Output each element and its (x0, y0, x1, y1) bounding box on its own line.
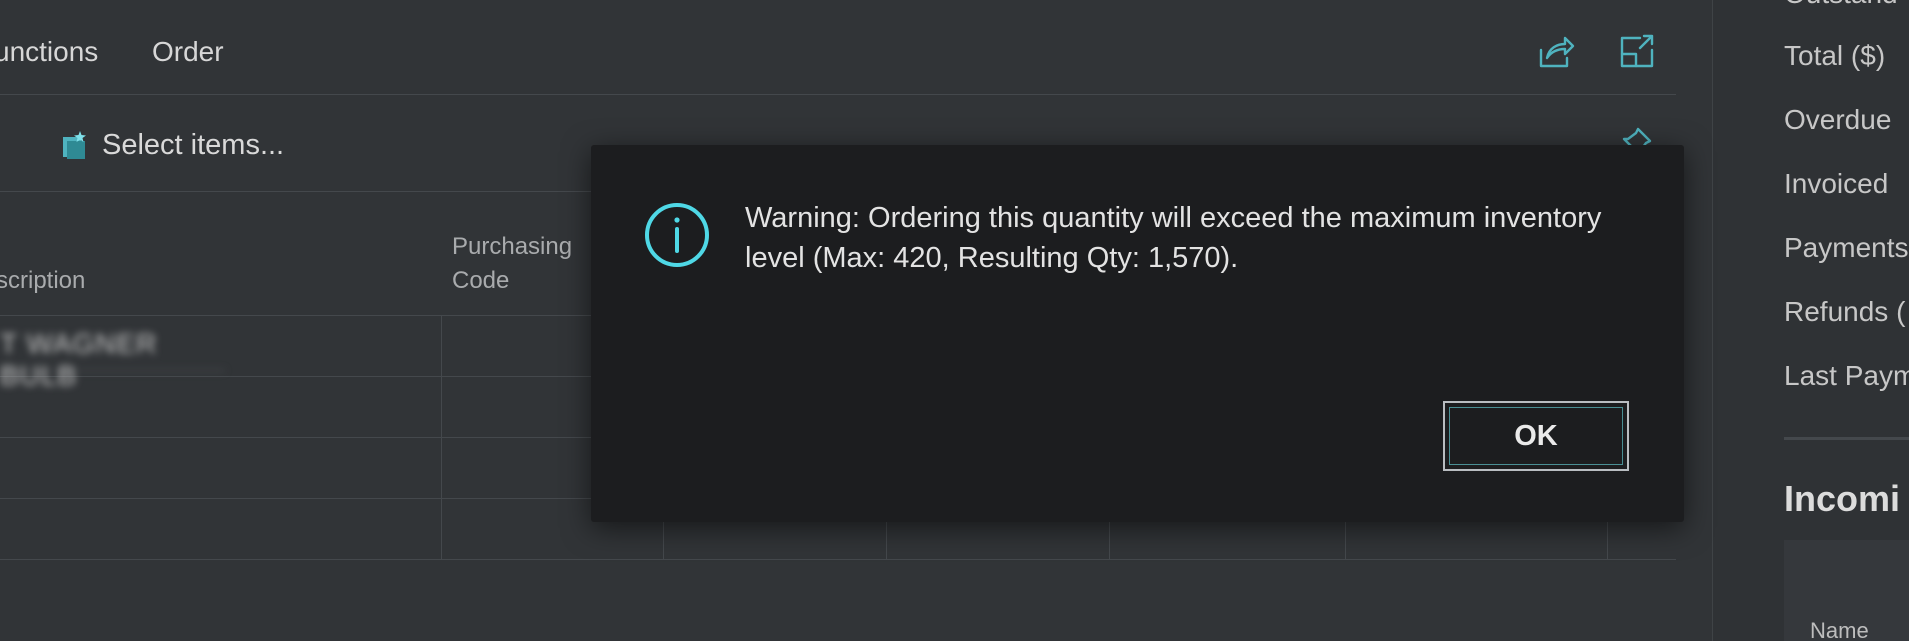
factbox: Outstand Total ($) Overdue Invoiced Paym… (1712, 0, 1909, 641)
menu-order[interactable]: Order (152, 36, 224, 68)
select-items-button[interactable]: Select items... (58, 125, 284, 165)
description-cell[interactable]: T WAGNER BULB (0, 328, 225, 391)
select-items-icon (63, 131, 86, 159)
share-icon[interactable] (1537, 34, 1575, 70)
factbox-label[interactable]: Outstand (1784, 0, 1898, 10)
column-description[interactable]: scription (0, 264, 85, 298)
column-divider (441, 315, 442, 559)
factbox-label[interactable]: Invoiced (1784, 168, 1888, 200)
select-items-label: Select items... (102, 128, 285, 161)
open-in-new-window-icon[interactable] (1618, 34, 1656, 70)
info-icon (643, 201, 711, 269)
dialog-message: Warning: Ordering this quantity will exc… (745, 202, 1602, 274)
factbox-label[interactable]: Refunds ( (1784, 296, 1905, 328)
factbox-label[interactable]: Total ($) (1784, 40, 1885, 72)
page: unctions Order Select items... scription… (0, 0, 1909, 641)
column-purchasing-code[interactable]: Purchasing Code (452, 230, 572, 298)
factbox-label[interactable]: Last Paym (1784, 360, 1909, 392)
factbox-label[interactable]: Overdue (1784, 104, 1891, 136)
factbox-label[interactable]: Payments (1784, 232, 1909, 264)
factbox-divider (1784, 437, 1909, 440)
factbox-card[interactable]: Name (1784, 540, 1909, 641)
menu-functions[interactable]: unctions (0, 36, 98, 68)
warning-dialog: Warning: Ordering this quantity will exc… (591, 145, 1684, 522)
factbox-card-label: Name (1810, 618, 1869, 641)
factbox-section-heading: Incomi (1784, 478, 1901, 519)
action-bar: unctions Order (0, 0, 1676, 95)
ok-button[interactable]: OK (1443, 401, 1629, 471)
